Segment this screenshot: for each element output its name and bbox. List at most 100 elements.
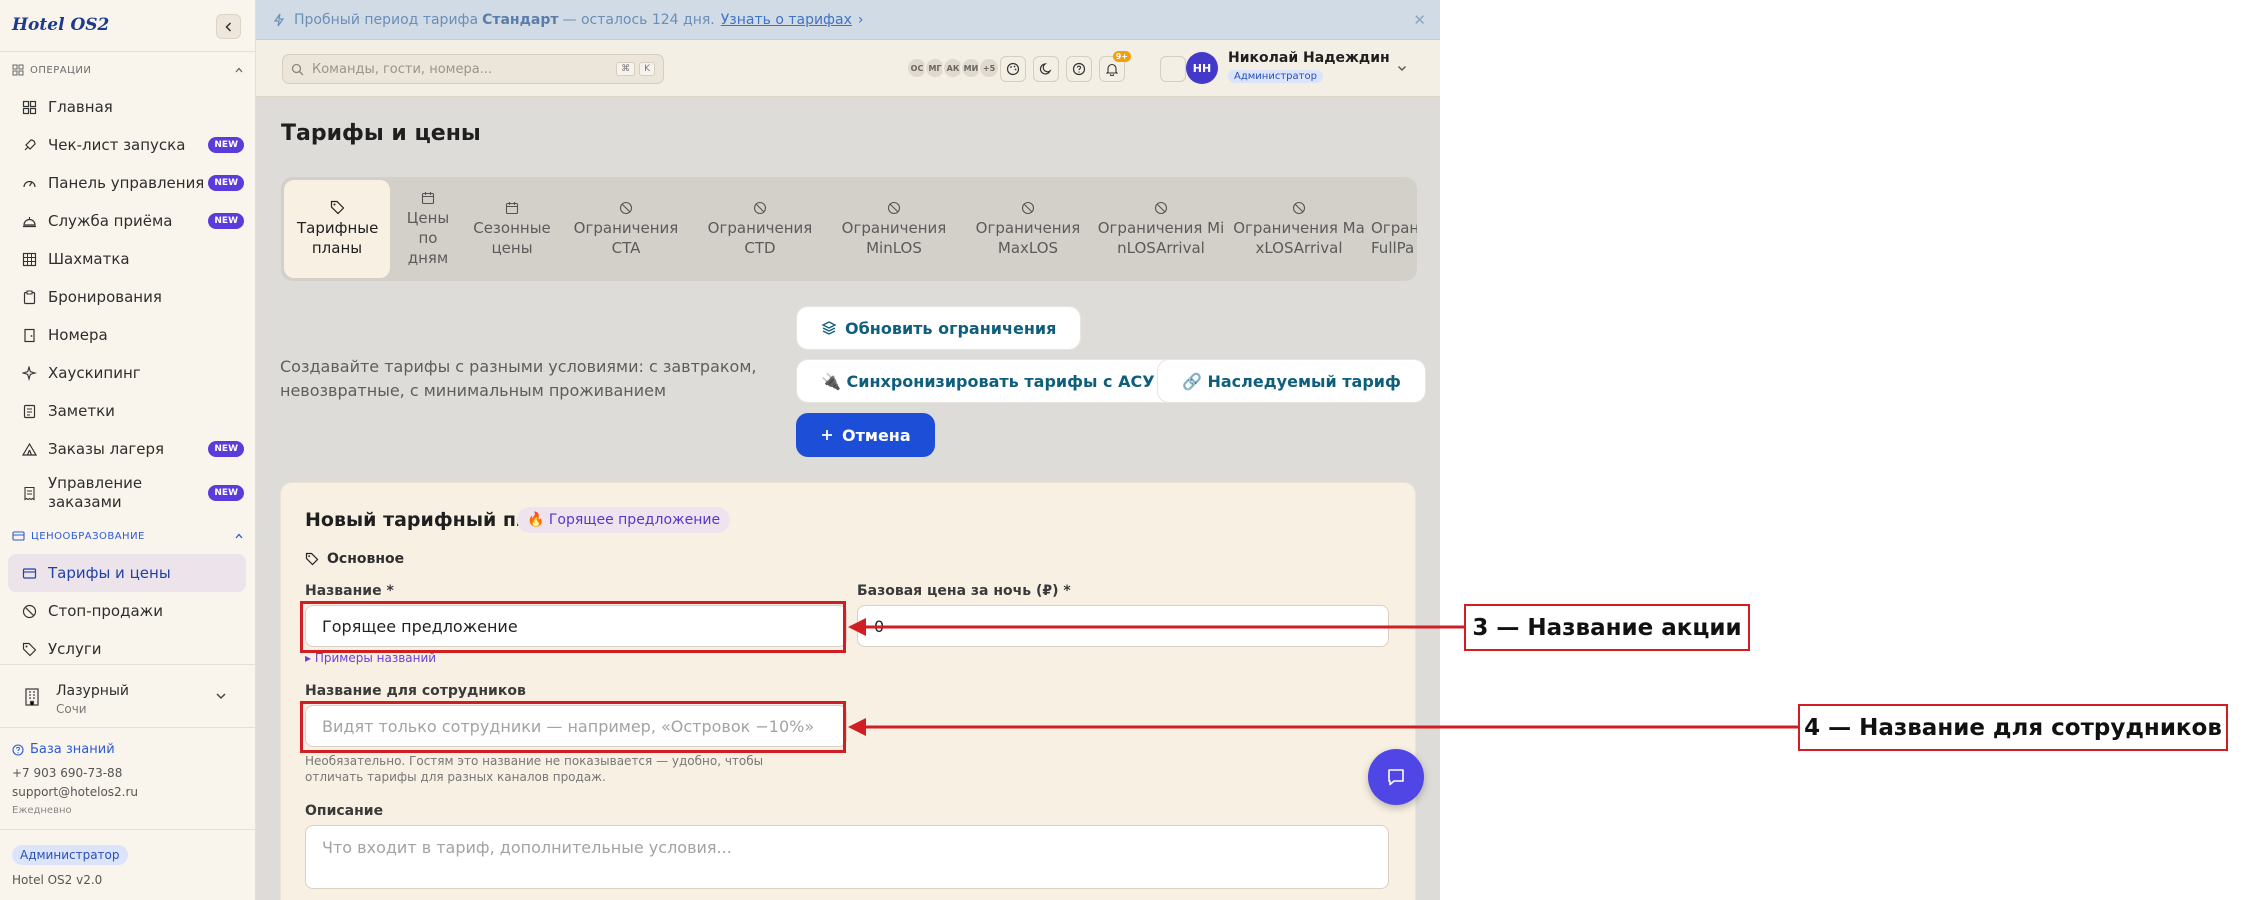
sidebar-item-launch-checklist[interactable]: Чек-лист запуска NEW: [0, 126, 256, 164]
new-badge: NEW: [208, 485, 244, 501]
tab-restrictions-maxlosarrival[interactable]: Ограничения MaxLOSArrival: [1229, 180, 1369, 278]
sidebar-item-label: Служба приёма: [48, 211, 173, 230]
sidebar-item-label: Управление заказами: [48, 474, 143, 511]
ban-icon: [619, 201, 633, 215]
tab-seasonal-prices[interactable]: Сезонные цены: [469, 180, 555, 278]
collapse-sidebar-button[interactable]: [216, 14, 241, 39]
receipt-icon: [20, 484, 38, 502]
cancel-button[interactable]: Отмена: [796, 413, 935, 457]
sync-rates-button[interactable]: 🔌 Синхронизировать тарифы с АСУ: [796, 359, 1180, 403]
online-users[interactable]: ОС МГ АК МИ +5: [906, 57, 1000, 79]
shortcut-key: ⌘: [616, 62, 636, 76]
tab-restrictions-cta[interactable]: Ограничения CTA: [561, 180, 691, 278]
help-circle-icon: [12, 743, 24, 756]
help-button[interactable]: [1066, 56, 1092, 82]
knowledge-base-link[interactable]: База знаний: [12, 742, 244, 757]
tag-icon: [330, 200, 345, 215]
tab-label: Сезонные цены: [473, 218, 551, 257]
sidebar-item-dashboard[interactable]: Панель управления NEW: [0, 164, 256, 202]
support-email[interactable]: support@hotelos2.ru: [12, 783, 244, 802]
new-badge: NEW: [208, 441, 244, 457]
sidebar-item-stop-sales[interactable]: Стоп-продажи: [0, 592, 256, 630]
support-block: База знаний +7 903 690-73-88 support@hot…: [0, 728, 256, 830]
tab-restrictions-fullpattern[interactable]: Ограничения FullPa: [1371, 180, 1417, 278]
base-price-label: Базовая цена за ночь (₽) *: [857, 583, 1071, 599]
user-avatar[interactable]: НН: [1186, 52, 1218, 84]
moon-icon: [1039, 63, 1052, 75]
search-icon: [291, 63, 304, 75]
sidebar-item-label: Чек-лист запуска: [48, 135, 186, 154]
close-banner-icon[interactable]: ✕: [1413, 11, 1426, 29]
support-phone[interactable]: +7 903 690-73-88: [12, 764, 244, 783]
trial-prefix: Пробный период тарифа: [294, 11, 479, 28]
gauge-icon: [20, 174, 38, 192]
button-label: Обновить ограничения: [845, 318, 1057, 338]
search-input[interactable]: [312, 61, 613, 77]
note-icon: [20, 402, 38, 420]
notifications-button[interactable]: 9+: [1099, 51, 1131, 82]
card-icon: [12, 531, 25, 541]
sidebar-item-bookings[interactable]: Бронирования: [0, 278, 256, 316]
sidebar-item-label: Услуги: [48, 639, 102, 658]
sidebar-item-label: Заказы лагеря: [48, 439, 165, 458]
chevron-up-icon: [235, 533, 243, 539]
tab-restrictions-minlosarrival[interactable]: Ограничения MinLOSArrival: [1093, 180, 1229, 278]
section-operations[interactable]: ОПЕРАЦИИ: [0, 52, 256, 88]
tab-daily-prices[interactable]: Цены по дням: [393, 180, 463, 278]
ban-icon: [1154, 201, 1168, 215]
tab-label: Цены по дням: [406, 208, 450, 267]
chevron-down-icon[interactable]: [1396, 62, 1408, 74]
plus-icon: [820, 428, 834, 442]
sidebar-item-home[interactable]: Главная: [0, 88, 256, 126]
sidebar-item-front-desk[interactable]: Служба приёма NEW: [0, 202, 256, 240]
update-restrictions-button[interactable]: Обновить ограничения: [796, 306, 1082, 350]
sidebar-item-order-management[interactable]: Управление заказами NEW: [0, 468, 256, 518]
chevron-right-icon: ›: [857, 11, 864, 28]
description-textarea[interactable]: [305, 825, 1389, 889]
tab-label: Ограничения MaxLOS: [975, 218, 1081, 257]
tab-rate-plans[interactable]: Тарифные планы: [284, 180, 390, 278]
trial-banner: Пробный период тарифа Стандарт — осталос…: [256, 0, 1440, 40]
sidebar-item-notes[interactable]: Заметки: [0, 392, 256, 430]
hotel-switcher[interactable]: Лазурный Сочи: [0, 664, 256, 728]
sidebar-item-rates-prices[interactable]: Тарифы и цены: [8, 554, 246, 592]
dark-mode-button[interactable]: [1033, 56, 1059, 82]
tag-icon: [20, 640, 38, 658]
support-hours: Ежедневно: [12, 805, 72, 816]
chat-support-button[interactable]: [1368, 749, 1424, 805]
palette-button[interactable]: [1000, 56, 1026, 82]
button-label: Отмена: [842, 425, 911, 445]
calendar-icon: [421, 191, 435, 205]
user-name[interactable]: Николай Надеждин: [1228, 50, 1390, 66]
sidebar-item-rooms[interactable]: Номера: [0, 316, 256, 354]
tab-label: Ограничения MaxLOSArrival: [1233, 218, 1365, 257]
sidebar-item-housekeeping[interactable]: Хаускипинг: [0, 354, 256, 392]
logo: Hotel OS2: [12, 15, 110, 35]
tab-restrictions-minlos[interactable]: Ограничения MinLOS: [829, 180, 959, 278]
sidebar-item-label: Хаускипинг: [48, 363, 141, 382]
sidebar-item-label: Бронирования: [48, 287, 162, 306]
sidebar-item-camp-orders[interactable]: Заказы лагеря NEW: [0, 430, 256, 468]
base-price-input[interactable]: [857, 605, 1389, 647]
highlight-staff-name: [300, 701, 846, 753]
sidebar-item-chessboard[interactable]: Шахматка: [0, 240, 256, 278]
building-icon: [25, 688, 39, 706]
home-icon: [20, 98, 38, 116]
trial-plans-link[interactable]: Узнать о тарифах: [721, 12, 852, 28]
theme-palette-button[interactable]: [1160, 56, 1186, 82]
sidebar: Hotel OS2 ОПЕРАЦИИ Главная Чек-лист запу…: [0, 0, 256, 900]
help-circle-icon: [1072, 62, 1086, 76]
ban-icon: [887, 201, 901, 215]
page-title: Тарифы и цены: [281, 121, 481, 146]
section-basic: Основное: [305, 551, 404, 567]
search-box[interactable]: ⌘ K: [282, 54, 664, 84]
ban-icon: [20, 602, 38, 620]
ban-icon: [753, 201, 767, 215]
section-pricing[interactable]: ЦЕНООБРАЗОВАНИЕ: [0, 518, 256, 554]
inherited-rate-button[interactable]: 🔗 Наследуемый тариф: [1157, 359, 1426, 403]
tag-icon: [305, 552, 319, 566]
tab-restrictions-ctd[interactable]: Ограничения CTD: [695, 180, 825, 278]
name-examples-link[interactable]: ▸ Примеры названий: [305, 651, 436, 665]
sidebar-item-services[interactable]: Услуги: [0, 630, 256, 664]
tab-restrictions-maxlos[interactable]: Ограничения MaxLOS: [963, 180, 1093, 278]
